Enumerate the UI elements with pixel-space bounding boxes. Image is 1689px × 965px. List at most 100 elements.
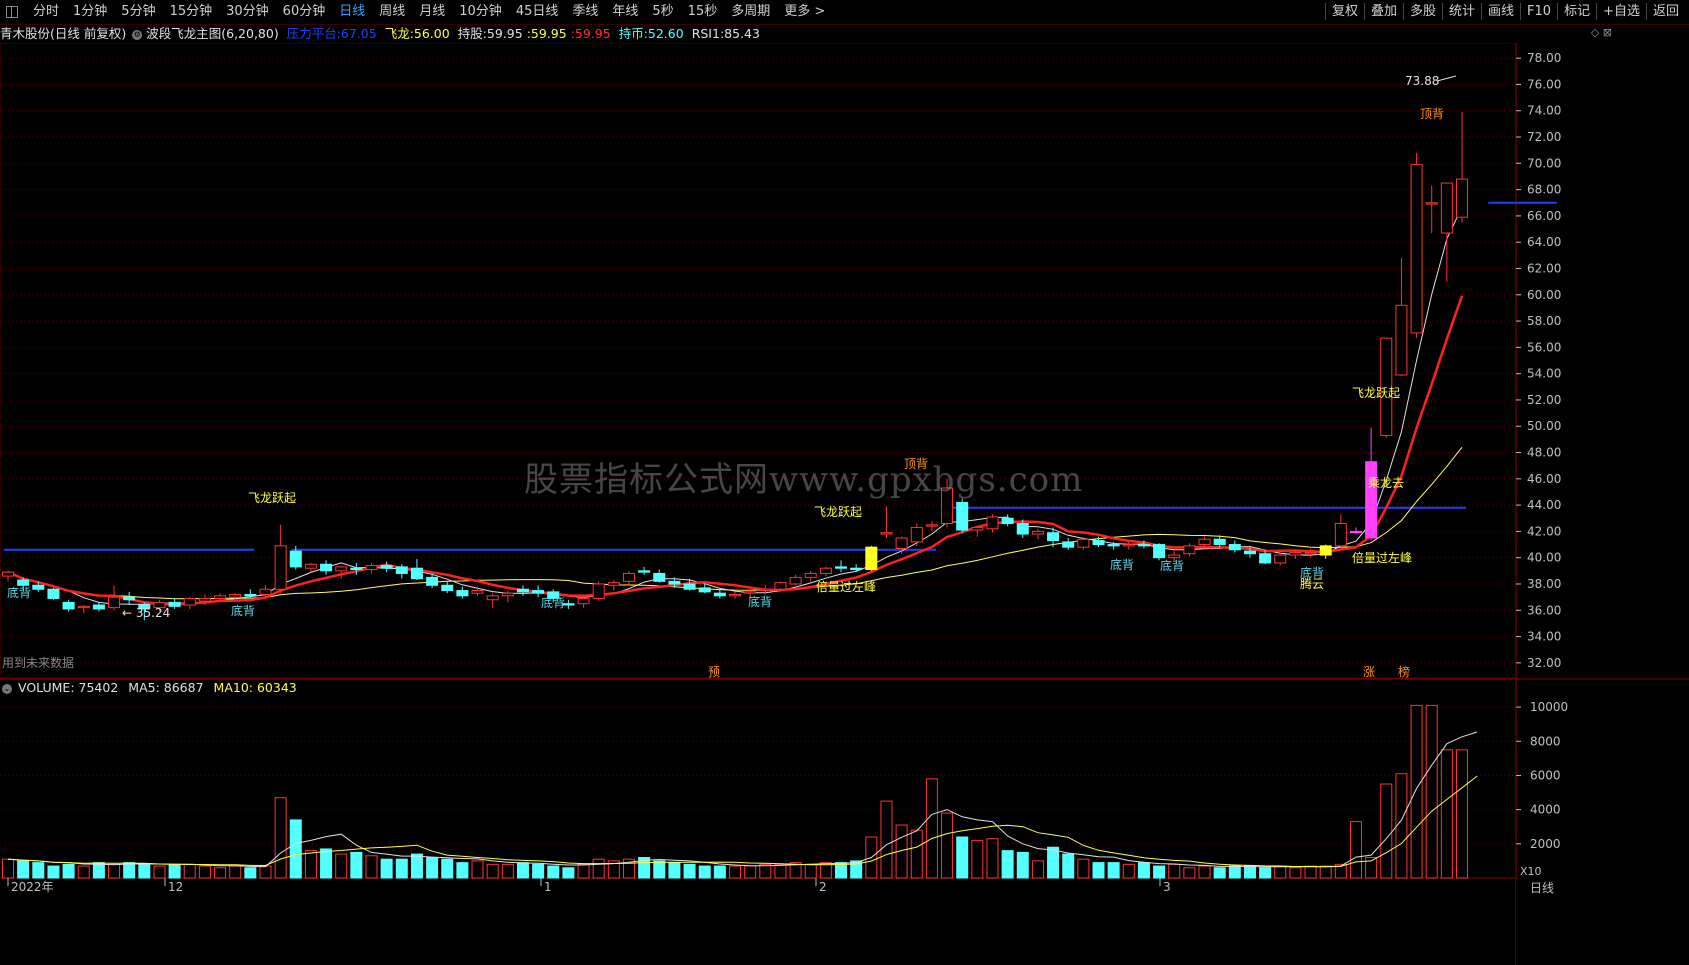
volume-bar: [244, 867, 257, 879]
period-tab-5[interactable]: 60分钟: [276, 4, 333, 20]
ma5-line: [7, 206, 1463, 605]
signal-label: 乘龙去: [1368, 476, 1404, 490]
candle-body: [183, 597, 196, 606]
candle-body: [62, 601, 75, 610]
date-label: 12: [168, 880, 183, 894]
feilong-line: [7, 295, 1464, 607]
price-pane-frame: [0, 43, 1517, 679]
indicator-info-bar: 青木股份(日线 前复权) ⚙ 波段飞龙主图(6,20,80) 压力平台:67.05 …: [0, 25, 764, 43]
signal-label: 腾云: [1300, 576, 1324, 591]
candle-body: [214, 595, 227, 599]
period-tab-12[interactable]: 年线: [605, 4, 645, 20]
settings-icon[interactable]: ⚙: [132, 29, 143, 40]
hold-label: 持股:: [457, 26, 487, 41]
volume-bar: [350, 851, 363, 879]
indicator-name[interactable]: 波段飞龙主图(6,20,80): [146, 26, 278, 41]
period-tab-10[interactable]: 45日线: [509, 4, 566, 20]
toolbar-button-2[interactable]: 多股: [1402, 3, 1442, 20]
volume-bar: [365, 855, 378, 879]
candle-body: [1425, 202, 1438, 205]
volume-settings-icon[interactable]: ⌄: [2, 683, 12, 694]
period-tabs: 分时 1分钟 5分钟 15分钟 30分钟 60分钟 日线 周线 月线 10分钟 45日线 季线 年线 5秒…: [26, 4, 832, 20]
volume-ma10-line: [7, 775, 1478, 868]
toolbar-button-3[interactable]: 统计: [1442, 3, 1481, 20]
volume-bar: [410, 853, 423, 879]
candle-body: [1228, 544, 1241, 551]
volume-bar: [925, 778, 938, 879]
candle-body: [1319, 545, 1332, 556]
period-tab-1[interactable]: 1分钟: [66, 4, 114, 20]
panel-control-icons[interactable]: ◇ ⊠: [1591, 26, 1612, 39]
candle-body: [1047, 532, 1060, 542]
volume-bar: [653, 860, 666, 879]
volume-bar: [941, 812, 954, 879]
candle-body: [198, 597, 211, 602]
volume-bar: [1183, 867, 1196, 879]
period-tab-9[interactable]: 10分钟: [452, 4, 509, 20]
period-tab-0[interactable]: 分时: [26, 4, 66, 20]
candle-body: [1077, 538, 1090, 548]
volume-bar: [32, 862, 45, 879]
signal-label: 底背: [231, 603, 255, 618]
volume-label[interactable]: VOLUME:: [18, 680, 75, 695]
volume-bar: [1410, 704, 1423, 879]
volume-bar: [744, 865, 757, 879]
toolbar-button-4[interactable]: 画线: [1481, 3, 1520, 20]
toolbar-button-5[interactable]: F10: [1520, 3, 1557, 20]
price-axis-label: 54.00: [1527, 367, 1561, 381]
period-tab-8[interactable]: 月线: [412, 4, 452, 20]
volume-value: 75402: [78, 680, 119, 695]
period-tab-13[interactable]: 5秒: [645, 4, 680, 20]
signal-label: 倍量过左峰: [816, 579, 876, 594]
period-tab-15[interactable]: 多周期: [724, 4, 777, 20]
period-tab-4[interactable]: 30分钟: [219, 4, 276, 20]
volume-bar: [229, 865, 242, 879]
candle-body: [426, 576, 439, 586]
candle-body: [622, 572, 635, 582]
candle-body: [956, 501, 969, 531]
toolbar-button-6[interactable]: 标记: [1557, 3, 1596, 20]
period-tab-2[interactable]: 5分钟: [114, 4, 162, 20]
volume-bar: [47, 865, 60, 879]
volume-bar: [138, 863, 151, 879]
signal-label: 涨: [1363, 664, 1375, 679]
candle-body: [1243, 550, 1256, 555]
toolbar-button-8[interactable]: 返回: [1645, 3, 1685, 20]
hold-value-2: :59.95: [526, 26, 567, 41]
volume-bar: [1062, 853, 1075, 879]
volume-bar: [304, 850, 317, 879]
candle-body: [713, 592, 726, 597]
volume-bar: [668, 862, 681, 879]
candle-body: [819, 567, 832, 574]
candle-body: [471, 590, 484, 594]
volume-bar: [108, 863, 121, 879]
toolbar-button-0[interactable]: 复权: [1324, 3, 1364, 20]
min-price-label: ← 35.24: [122, 606, 170, 620]
period-tab-3[interactable]: 15分钟: [163, 4, 220, 20]
price-axis-label: 72.00: [1527, 130, 1561, 144]
period-tab-16[interactable]: 更多 >: [777, 4, 832, 20]
kline-chart[interactable]: 78.00 76.00 74.00 72.00 70.00 68.00 66.00 64.00…: [0, 43, 1689, 965]
candle-body: [168, 601, 181, 607]
volume-bar: [1259, 867, 1272, 879]
stock-name[interactable]: 青木股份(日线 前复权): [0, 26, 126, 41]
volume-axis-label: 10000: [1530, 700, 1568, 714]
candle-body: [638, 570, 651, 573]
volume-bar: [1425, 704, 1438, 879]
toolbar-button-7[interactable]: +自选: [1596, 3, 1646, 20]
volume-bar: [1228, 865, 1241, 879]
volume-unit: X10: [1520, 865, 1542, 878]
volume-bar: [168, 863, 181, 879]
signal-label: 底背: [748, 594, 772, 609]
candle-body: [441, 584, 454, 592]
period-tab-11[interactable]: 季线: [565, 4, 605, 20]
period-tab-7[interactable]: 周线: [372, 4, 412, 20]
candle-body: [653, 572, 666, 582]
period-tab-14[interactable]: 15秒: [681, 4, 725, 20]
volume-bar: [1122, 863, 1135, 879]
coin-label: 持币:: [618, 26, 648, 41]
layout-grid-icon[interactable]: [6, 6, 18, 18]
period-tab-6[interactable]: 日线: [332, 4, 372, 20]
signal-label: 底背: [1110, 557, 1134, 572]
toolbar-button-1[interactable]: 叠加: [1363, 3, 1403, 20]
